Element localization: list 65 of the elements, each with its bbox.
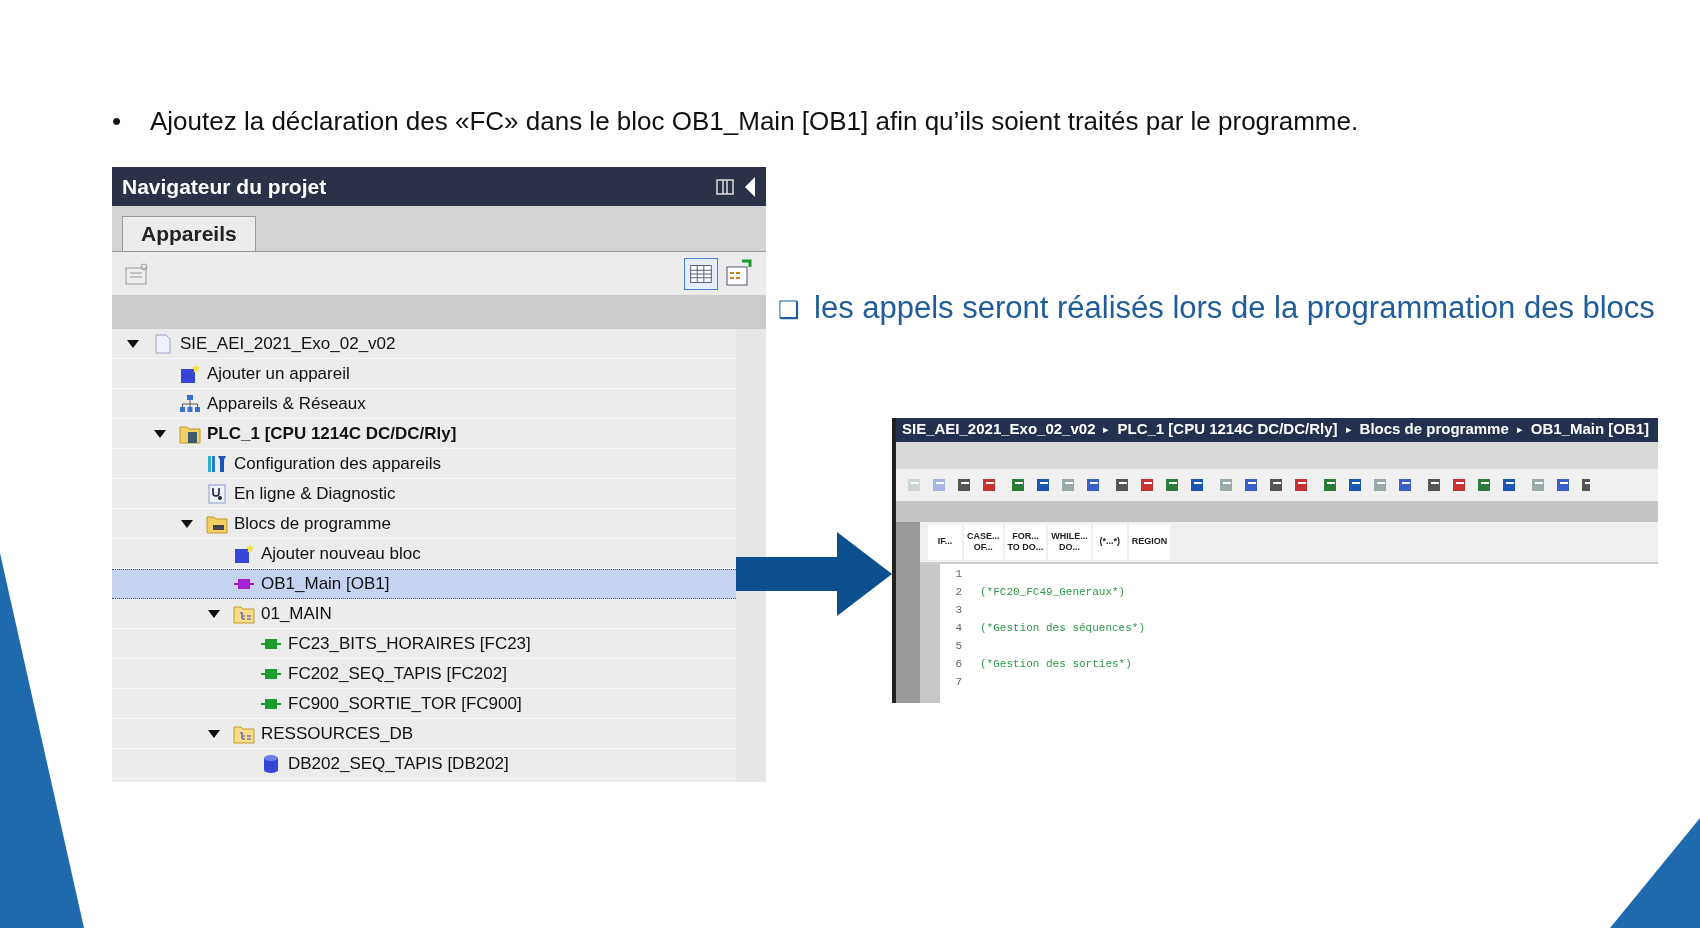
breadcrumb-separator: ▸ (1516, 422, 1523, 438)
new-item-icon (179, 363, 201, 384)
tree-item-label: Ajouter un appareil (207, 362, 350, 385)
wrench-icon (206, 453, 228, 474)
line-number: 1 (954, 567, 963, 583)
tree-item-label: PLC_1 [CPU 1214C DC/DC/Rly] (207, 422, 457, 445)
tree-item-label: Configuration des appareils (234, 452, 441, 475)
collapse-left-icon[interactable] (744, 176, 756, 197)
code-comment: (*FC20_FC49_Generaux*) (980, 585, 1126, 601)
statement-button[interactable]: CASE... OF... (964, 523, 1003, 560)
folder-icon (233, 723, 255, 744)
table-arrow-icon[interactable] (724, 258, 754, 289)
tree-item-label: FC202_SEQ_TAPIS [FC202] (288, 662, 507, 685)
collapse-arrow-icon[interactable] (208, 728, 220, 739)
instruction-text: Ajoutez la déclaration des «FC» dans le bloc OB1_Main [OB1] afin qu’ils soient traités par le programme. (150, 105, 1359, 138)
line-number: 5 (954, 639, 963, 655)
document-icon (152, 333, 174, 354)
line-number: 4 (954, 621, 963, 637)
collapse-arrow-icon[interactable] (208, 608, 220, 619)
panel-title: Navigateur du projet (122, 173, 328, 200)
tree-item-label: RESSOURCES_DB (261, 722, 414, 745)
tree-item-label: FC23_BITS_HORAIRES [FC23] (288, 632, 531, 655)
bullet-marker: • (112, 105, 123, 138)
line-number: 2 (954, 585, 963, 601)
note-text: les appels seront réalisés lors de la programmation des blocs (814, 289, 1655, 327)
line-number: 3 (954, 603, 963, 619)
collapse-arrow-icon[interactable] (154, 428, 166, 439)
breadcrumb-separator: ▸ (1345, 422, 1352, 438)
list-view-icon[interactable] (684, 257, 718, 290)
network-icon (179, 393, 201, 414)
collapse-arrow-icon[interactable] (181, 518, 193, 529)
folder-icon (179, 423, 201, 444)
right-arrow-icon (736, 531, 892, 616)
checkbox-marker: ❑ (778, 295, 801, 325)
tree-item-label: OB1_Main [OB1] (261, 573, 390, 596)
diagnostic-icon (206, 483, 228, 504)
tree-item-label: SIE_AEI_2021_Exo_02_v02 (180, 332, 396, 355)
tab[interactable]: Appareils (122, 216, 256, 251)
tree-item-label: En ligne & Diagnostic (234, 482, 396, 505)
breadcrumb-item[interactable]: PLC_1 [CPU 1214C DC/DC/Rly] (1117, 418, 1338, 441)
statement-button[interactable]: IF... (928, 523, 962, 560)
line-number: 7 (954, 675, 963, 691)
folder-icon (206, 513, 228, 534)
tree-item-label: DB202_SEQ_TAPIS [DB202] (288, 752, 509, 775)
tree-item-label: Blocs de programme (234, 512, 391, 535)
folder-icon (233, 603, 255, 624)
statement-button[interactable]: REGION (1128, 523, 1171, 560)
line-number: 6 (954, 657, 963, 673)
tree-item-label: Appareils & Réseaux (207, 392, 366, 415)
columns-icon[interactable] (716, 177, 734, 196)
code-comment: (*Gestion des sorties*) (980, 657, 1132, 673)
new-item-icon (233, 543, 255, 564)
breadcrumb-item[interactable]: SIE_AEI_2021_Exo_02_v02 (902, 418, 1096, 441)
tree-item-label: FC900_SORTIE_TOR [FC900] (288, 692, 522, 715)
statement-button[interactable]: (*...*) (1092, 523, 1127, 560)
breadcrumb-item[interactable]: Blocs de programme (1359, 418, 1509, 441)
breadcrumb-item[interactable]: OB1_Main [OB1] (1530, 418, 1650, 441)
tree-item-label: Ajouter nouveau bloc (261, 542, 421, 565)
statement-button[interactable]: WHILE... DO... (1048, 523, 1091, 560)
statement-button[interactable]: FOR... TO DO... (1004, 523, 1047, 560)
tree-item-label: 01_MAIN (261, 602, 332, 625)
breadcrumb-separator: ▸ (1103, 422, 1110, 438)
collapse-arrow-icon[interactable] (127, 338, 139, 349)
tree-item[interactable]: OB1_Main [OB1] (112, 569, 736, 599)
code-comment: (*Gestion des séquences*) (980, 621, 1146, 637)
